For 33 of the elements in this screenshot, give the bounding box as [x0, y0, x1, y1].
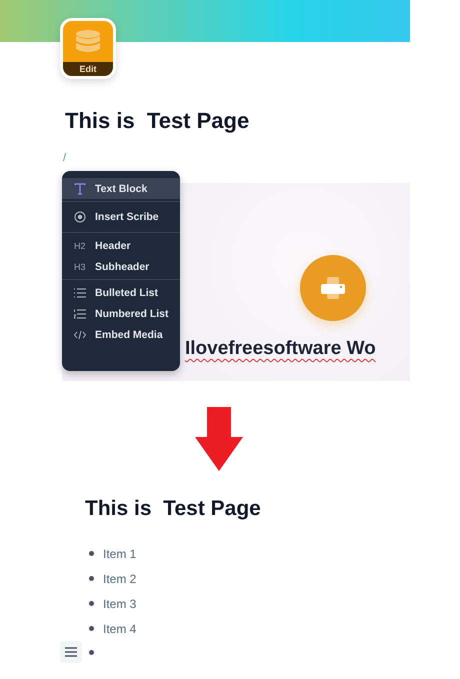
bullet-icon [89, 601, 94, 606]
menu-item[interactable]: H2 Header [62, 235, 180, 256]
bulleted-list-icon [74, 288, 86, 298]
menu-button[interactable] [60, 641, 82, 663]
menu-item[interactable]: Insert Scribe [62, 204, 180, 230]
menu-icon [65, 647, 77, 657]
menu-item[interactable]: Bulleted List [62, 282, 180, 303]
record-icon [74, 211, 86, 223]
bullet-icon [89, 551, 94, 556]
list-item: Item 4 [103, 620, 136, 636]
page-title: This is Test Page [65, 108, 250, 134]
menu-item[interactable]: Text Block [62, 178, 180, 199]
list-item: Item 2 [103, 570, 136, 586]
down-arrow-icon [195, 407, 243, 471]
menu-item[interactable]: H3 Subheader [62, 256, 180, 277]
heading-level: H2 [74, 240, 86, 250]
bullet-icon [89, 576, 94, 581]
heading-level: H3 [74, 262, 86, 272]
numbered-list-icon [74, 308, 86, 318]
page-title: This is Test Page [85, 497, 262, 521]
list-item: Item 3 [103, 596, 136, 612]
text-icon [74, 182, 86, 194]
empty-bullet[interactable] [89, 650, 94, 655]
database-icon [75, 30, 101, 54]
menu-item[interactable]: Embed Media [62, 324, 180, 345]
list-item: Item 1 [103, 546, 136, 562]
printer-icon [300, 255, 366, 321]
page-icon[interactable]: Edit [60, 18, 116, 79]
embed-caption: Ilovefreesoftware Wo [185, 338, 376, 361]
menu-item[interactable]: Numbered List [62, 303, 180, 324]
bullet-icon [89, 626, 94, 631]
code-icon [74, 330, 86, 340]
edit-label: Edit [63, 62, 113, 76]
